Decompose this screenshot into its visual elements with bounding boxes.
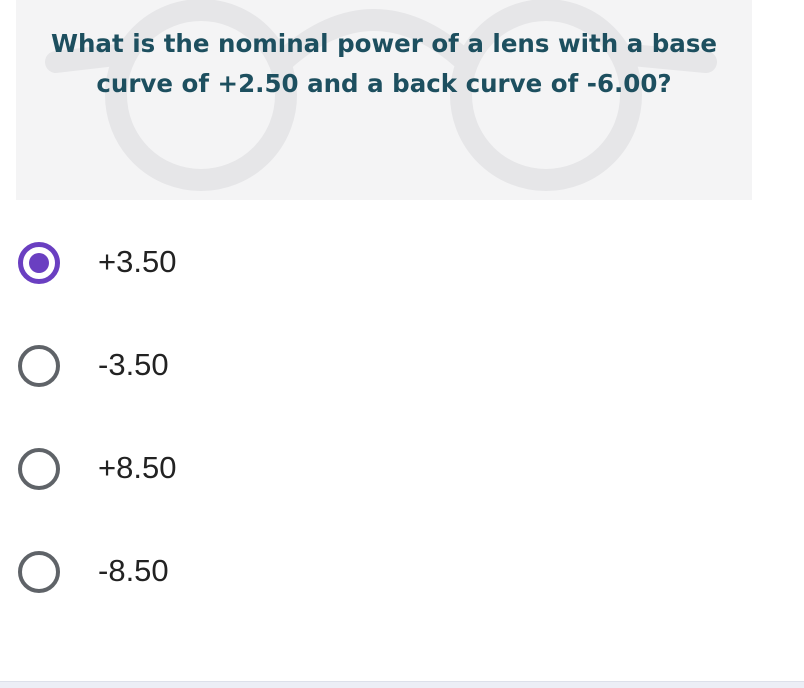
option-label: +8.50 bbox=[98, 450, 177, 485]
option-plus-3-50[interactable]: +3.50 bbox=[0, 208, 804, 311]
answer-options: +3.50 -3.50 +8.50 -8.50 bbox=[0, 208, 804, 620]
radio-selected-dot bbox=[29, 253, 49, 273]
bottom-divider bbox=[0, 681, 804, 688]
option-label: -8.50 bbox=[98, 553, 169, 588]
option-label: +3.50 bbox=[98, 244, 177, 279]
question-card: What is the nominal power of a lens with… bbox=[16, 0, 752, 200]
radio-button-selected[interactable] bbox=[18, 242, 60, 284]
radio-button[interactable] bbox=[18, 345, 60, 387]
option-minus-8-50[interactable]: -8.50 bbox=[0, 517, 804, 620]
option-label: -3.50 bbox=[98, 347, 169, 382]
question-line-2: curve of +2.50 and a back curve of -6.00… bbox=[96, 69, 672, 98]
question-line-1: What is the nominal power of a lens with… bbox=[50, 29, 718, 58]
option-minus-3-50[interactable]: -3.50 bbox=[0, 311, 804, 414]
quiz-page: What is the nominal power of a lens with… bbox=[0, 0, 804, 688]
radio-button[interactable] bbox=[18, 551, 60, 593]
option-plus-8-50[interactable]: +8.50 bbox=[0, 414, 804, 517]
radio-button[interactable] bbox=[18, 448, 60, 490]
question-text: What is the nominal power of a lens with… bbox=[16, 24, 752, 104]
